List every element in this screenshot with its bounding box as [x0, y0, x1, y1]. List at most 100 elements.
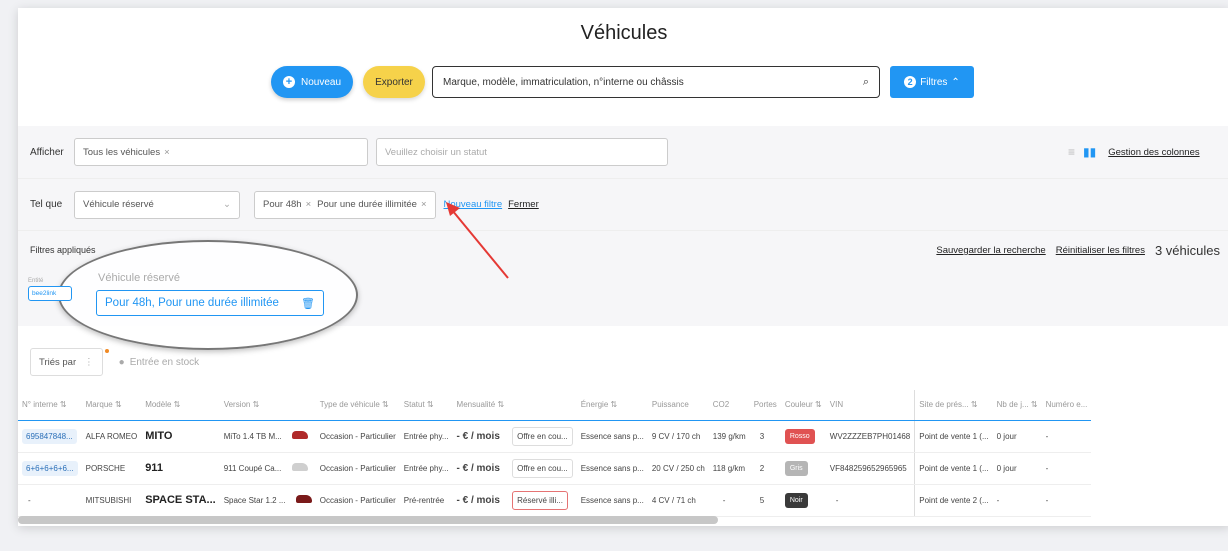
- table-row[interactable]: 695847848... ALFA ROMEO MITO MiTo 1.4 TB…: [18, 420, 1092, 453]
- entity-chip[interactable]: bee2link: [28, 286, 72, 301]
- app-window: Véhicules + Nouveau Exporter Marque, mod…: [18, 8, 1228, 526]
- color-badge: Noir: [784, 492, 808, 508]
- entity-filter: Entité bee2link: [28, 278, 72, 301]
- applied-actions: Sauvegarder la recherche Réinitialiser l…: [936, 243, 1220, 258]
- days-cell: -: [992, 484, 1042, 517]
- car-thumbnail: [292, 431, 309, 439]
- horizontal-scrollbar[interactable]: [18, 516, 718, 524]
- remove-icon[interactable]: ×: [421, 199, 427, 210]
- col-color[interactable]: Couleur ⇅: [780, 390, 826, 421]
- annotation-arrow: [446, 202, 509, 279]
- filter-chip: Pour 48h: [263, 199, 302, 210]
- orange-dot: [104, 349, 109, 353]
- remove-icon[interactable]: ×: [164, 147, 170, 158]
- number-cell: -: [1041, 420, 1092, 453]
- search-input[interactable]: Marque, modèle, immatriculation, n°inter…: [432, 66, 880, 98]
- sort-entry[interactable]: Entrée en stock: [130, 357, 199, 368]
- col-offer: [508, 390, 577, 421]
- model-cell: MITO: [141, 420, 220, 453]
- plus-icon: +: [282, 76, 295, 88]
- reset-filters-link[interactable]: Réinitialiser les filtres: [1056, 245, 1145, 256]
- applied-filters-label: Filtres appliqués: [30, 245, 96, 255]
- status-select[interactable]: Veuillez choisir un statut: [376, 138, 668, 166]
- site-cell: Point de vente 1 (...: [914, 452, 993, 485]
- toolbar: + Nouveau Exporter Marque, modèle, immat…: [18, 66, 1228, 98]
- sort-row: Triés par ⋮ ● Entrée en stock: [18, 342, 1228, 382]
- internal-number-tag[interactable]: 6+6+6+6+6...: [22, 460, 78, 476]
- monthly-cell: - € / mois: [452, 452, 509, 485]
- col-power[interactable]: Puissance: [647, 390, 709, 421]
- applied-filter-chip[interactable]: Pour 48h, Pour une durée illimitée 🗑: [96, 290, 324, 316]
- table-row[interactable]: 6+6+6+6+6... PORSCHE 911 911 Coupé Ca...…: [18, 452, 1092, 485]
- power-cell: 4 CV / 71 ch: [647, 484, 709, 517]
- col-days[interactable]: Nb de j... ⇅: [992, 390, 1042, 421]
- page-title: Véhicules: [580, 22, 668, 44]
- filters-count-badge: 2: [904, 76, 917, 88]
- co2-cell: 139 g/km: [708, 420, 750, 453]
- trash-icon[interactable]: 🗑: [301, 297, 315, 310]
- brand-cell: PORSCHE: [81, 452, 142, 485]
- save-search-link[interactable]: Sauvegarder la recherche: [936, 245, 1045, 256]
- filter-row: Tel que Véhicule réservé ⌄ Pour 48h × Po…: [18, 178, 1228, 230]
- doors-cell: 5: [749, 484, 781, 517]
- table-header: N° interne ⇅ Marque ⇅ Modèle ⇅ Version ⇅…: [18, 390, 1092, 421]
- col-model[interactable]: Modèle ⇅: [141, 390, 220, 421]
- new-button[interactable]: + Nouveau: [271, 66, 353, 98]
- version-cell: Space Star 1.2 ...: [219, 484, 316, 517]
- internal-number-tag[interactable]: 695847848...: [22, 428, 77, 444]
- manage-columns-link[interactable]: Gestion des colonnes: [1108, 147, 1199, 158]
- new-button-label: Nouveau: [300, 76, 342, 88]
- col-site[interactable]: Site de prés... ⇅: [914, 390, 993, 421]
- search-icon[interactable]: ⌕: [863, 76, 869, 89]
- color-badge: Rosso: [784, 428, 815, 444]
- status-cell: Pré-rentrée: [399, 484, 453, 517]
- car-thumbnail: [295, 495, 312, 503]
- color-badge: Gris: [784, 460, 808, 476]
- chevron-down-icon: ⌄: [223, 199, 231, 210]
- vin-cell: -: [825, 484, 915, 517]
- filter-type-value: Véhicule réservé: [83, 199, 154, 210]
- col-brand[interactable]: Marque ⇅: [81, 390, 142, 421]
- filters-button[interactable]: 2 Filtres ⌃: [890, 66, 974, 98]
- sort-select[interactable]: Triés par ⋮: [30, 348, 103, 376]
- remove-icon[interactable]: ×: [306, 199, 312, 210]
- filter-label: Tel que: [30, 199, 63, 210]
- co2-cell: -: [708, 484, 750, 517]
- col-number[interactable]: Numéro e...: [1041, 390, 1092, 421]
- table-row[interactable]: - MITSUBISHI SPACE STA... Space Star 1.2…: [18, 484, 1092, 517]
- entity-label: Entité: [28, 278, 44, 284]
- col-monthly[interactable]: Mensualité ⇅: [452, 390, 509, 421]
- col-doors[interactable]: Portes: [749, 390, 781, 421]
- col-vin[interactable]: VIN: [825, 390, 915, 421]
- number-cell: -: [1041, 484, 1092, 517]
- vehicle-set-value: Tous les véhicules: [83, 146, 161, 158]
- vehicles-table: N° interne ⇅ Marque ⇅ Modèle ⇅ Version ⇅…: [18, 390, 1092, 517]
- brand-cell: MITSUBISHI: [81, 484, 142, 517]
- days-cell: 0 jour: [992, 452, 1042, 485]
- vin-cell: WV2ZZZEB7PH01468: [825, 420, 915, 453]
- column-view-icon[interactable]: ▮▮: [1083, 145, 1096, 159]
- export-button[interactable]: Exporter: [363, 66, 425, 98]
- doors-cell: 2: [749, 452, 781, 485]
- vehicle-set-select[interactable]: Tous les véhicules ×: [74, 138, 368, 166]
- site-cell: Point de vente 2 (...: [914, 484, 993, 517]
- filters-button-label: Filtres: [920, 76, 948, 88]
- energy-cell: Essence sans p...: [576, 452, 648, 485]
- brand-cell: ALFA ROMEO: [81, 420, 142, 453]
- more-icon[interactable]: ⋮: [84, 357, 94, 368]
- col-version[interactable]: Version ⇅: [219, 390, 316, 421]
- filter-values-select[interactable]: Pour 48h × Pour une durée illimitée ×: [254, 190, 436, 219]
- energy-cell: Essence sans p...: [576, 484, 648, 517]
- col-status[interactable]: Statut ⇅: [399, 390, 453, 421]
- col-type[interactable]: Type de véhicule ⇅: [315, 390, 400, 421]
- col-internal-number[interactable]: N° interne ⇅: [18, 390, 82, 421]
- reserved-badge: Réservé illi...: [512, 490, 568, 510]
- model-cell: 911: [141, 452, 220, 485]
- offer-badge: Offre en cou...: [512, 426, 573, 446]
- col-co2[interactable]: CO2: [708, 390, 750, 421]
- internal-number-cell: -: [18, 484, 82, 517]
- filter-type-select[interactable]: Véhicule réservé ⌄: [74, 190, 240, 219]
- type-cell: Occasion - Particulier: [315, 420, 400, 453]
- col-energy[interactable]: Énergie ⇅: [576, 390, 648, 421]
- list-view-icon[interactable]: ≡: [1068, 145, 1075, 159]
